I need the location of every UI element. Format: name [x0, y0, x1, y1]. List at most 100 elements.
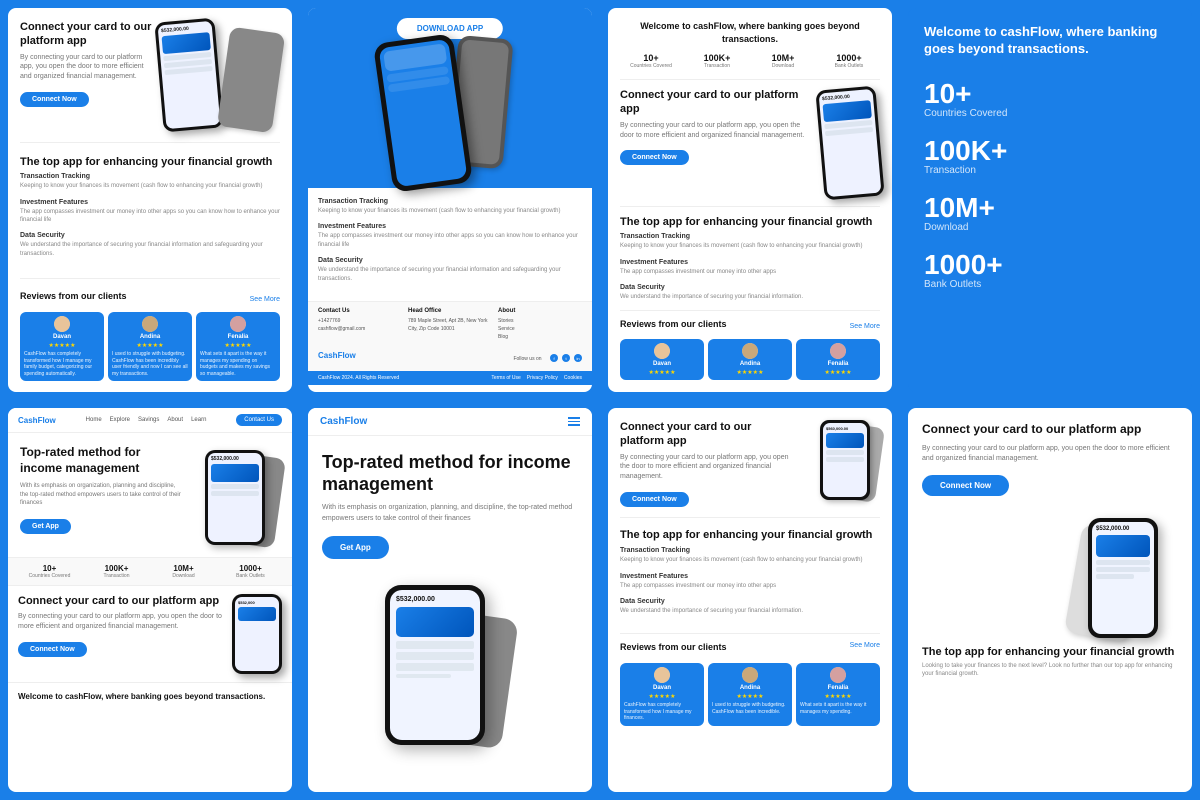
card6-phone-card	[396, 607, 474, 637]
card3-f1-text: Keeping to know your finances its moveme…	[620, 242, 880, 250]
card3-f3: Data Security	[620, 284, 880, 291]
card7-r1: Davan ★★★★★ CashFlow has completely tran…	[620, 663, 704, 726]
card7-f3: Data Security	[620, 598, 880, 605]
download-app-button-2[interactable]: DOWNLOAD APP	[397, 18, 503, 39]
card2-follow: Follow us on f t in	[513, 347, 582, 365]
card7-r1-name: Davan	[624, 685, 700, 691]
ham-line-1	[568, 417, 580, 419]
card7-connect-btn[interactable]: Connect Now	[620, 492, 689, 507]
card-3: Welcome to cashFlow, where banking goes …	[608, 8, 892, 392]
card5-contact-btn[interactable]: Contact Us	[236, 414, 282, 426]
card3-r3-stars: ★★★★★	[800, 369, 876, 376]
c5-connect-btn[interactable]: Connect Now	[18, 642, 87, 657]
card6-get-app[interactable]: Get App	[322, 536, 389, 559]
nav-about[interactable]: About	[167, 417, 183, 423]
card7-phone-group: $560,000.00	[800, 420, 880, 500]
connect-now-button-8[interactable]: Connect Now	[922, 475, 1009, 496]
feature-security-text: We understand the importance of securing…	[318, 266, 582, 283]
review-text-2: I used to struggle with budgeting. CashF…	[112, 351, 188, 377]
card3-review-list: Davan ★★★★★ Andina ★★★★★ Fenalia ★★★★★	[620, 339, 880, 380]
card2-footer-logo: CashFlow	[318, 351, 356, 360]
card7-see-more[interactable]: See More	[850, 642, 880, 658]
card7-connect: Connect your card to our platform app By…	[620, 420, 880, 518]
card8-title: Connect your card to our platform app	[922, 422, 1178, 438]
card3-r1-name: Davan	[624, 361, 700, 367]
card4-stat-outlets: 1000+ Bank Outlets	[924, 249, 1176, 290]
reviews-title: Reviews from our clients	[20, 291, 127, 301]
card2-privacy[interactable]: Privacy Policy	[527, 375, 558, 381]
card2-terms[interactable]: Terms of Use	[491, 375, 520, 381]
phone-back	[217, 27, 285, 134]
stat-outlets-num: 1000+	[818, 53, 880, 63]
card7-phone-front: $560,000.00	[820, 420, 870, 500]
stat-outlets-label: Bank Outlets	[818, 63, 880, 69]
c5-connect-title: Connect your card to our platform app	[18, 594, 226, 608]
phone-mockup-1: $532,000.00	[154, 18, 223, 133]
card2-footer-links: Terms of Use Privacy Policy Cookies	[491, 375, 582, 381]
card3-connect: Connect your card to our platform app By…	[620, 79, 880, 198]
nav-learn[interactable]: Learn	[191, 417, 206, 423]
card4-welcome: Welcome to cashFlow, where banking goes …	[924, 24, 1176, 58]
see-more-link[interactable]: See More	[250, 296, 280, 303]
review-text-3: What sets it apart is the way it manages…	[200, 351, 276, 377]
card8-phones: $532,000.00	[922, 508, 1178, 638]
footer2-office-title: Head Office	[408, 308, 492, 314]
c5-s2-num: 100K+	[85, 564, 148, 573]
card5-get-app[interactable]: Get App	[20, 519, 71, 534]
c5-s1-num: 10+	[18, 564, 81, 573]
card4-content: Welcome to cashFlow, where banking goes …	[908, 8, 1192, 322]
card3-connect-btn[interactable]: Connect Now	[620, 150, 689, 165]
card2-footer: Contact Us +1427769 cashflow@gmail.com H…	[308, 301, 592, 371]
connect-title: Connect your card to our platform app	[20, 20, 153, 49]
c5-s3-label: Download	[152, 573, 215, 579]
c5-footer-text: Welcome to cashFlow, where banking goes …	[18, 691, 282, 702]
hamburger-menu[interactable]	[568, 417, 580, 426]
c5-s4-label: Bank Outlets	[219, 573, 282, 579]
stat-transaction: 100K+ Transaction	[686, 53, 748, 69]
stat-download: 10M+ Download	[752, 53, 814, 69]
connect-now-button[interactable]: Connect Now	[20, 92, 89, 107]
ig-icon-2[interactable]: in	[574, 354, 582, 362]
card6-row-1	[396, 641, 474, 649]
footer2-service: Service	[498, 325, 582, 333]
nav-explore[interactable]: Explore	[110, 417, 130, 423]
c5-s4-num: 1000+	[219, 564, 282, 573]
card7-connect-text: By connecting your card to our platform …	[620, 453, 794, 482]
card4-outlets-label: Bank Outlets	[924, 279, 1176, 290]
tw-icon-2[interactable]: t	[562, 354, 570, 362]
card7-f2: Investment Features	[620, 573, 880, 580]
card3-r1-stars: ★★★★★	[624, 369, 700, 376]
card5-phone-front: $532,000.00	[205, 450, 265, 545]
card8-phone-front: $532,000.00	[1088, 518, 1158, 638]
fb-icon-2[interactable]: f	[550, 354, 558, 362]
card6-row-3	[396, 663, 474, 671]
card3-features-title: The top app for enhancing your financial…	[620, 215, 880, 229]
card2-cookies[interactable]: Cookies	[564, 375, 582, 381]
card3-r2-name: Andina	[712, 361, 788, 367]
footer2-address: 789 Maple Street, Apt 2B, New York City,…	[408, 317, 492, 333]
card6-amount: $532,000.00	[396, 596, 474, 603]
card7-r1-stars: ★★★★★	[624, 693, 700, 700]
nav-home[interactable]: Home	[86, 417, 102, 423]
card7-r3-stars: ★★★★★	[800, 693, 876, 700]
features-title: The top app for enhancing your financial…	[20, 155, 280, 169]
card7-f1: Transaction Tracking	[620, 547, 880, 554]
stars-1: ★★★★★	[24, 342, 100, 349]
card7-reviews: Reviews from our clients See More Davan …	[620, 634, 880, 726]
feature-2-text: The app compasses investment our money i…	[20, 208, 280, 225]
card6-header: CashFlow	[308, 408, 592, 436]
card6-sub: With its emphasis on organization, plann…	[322, 503, 578, 524]
card3-stats: 10+ Countries Covered 100K+ Transaction …	[620, 53, 880, 69]
footer2-about: About Stories Service Blog	[498, 308, 582, 341]
card5-title: Top-rated method for income management	[20, 445, 182, 476]
card7-reviews-title: Reviews from our clients	[620, 642, 727, 652]
card7-features-title: The top app for enhancing your financial…	[620, 528, 880, 542]
nav-savings[interactable]: Savings	[138, 417, 159, 423]
card6-logo: CashFlow	[320, 416, 367, 427]
card4-download-num: 10M+	[924, 192, 1176, 224]
footer2-phone: +1427769	[318, 317, 402, 325]
card-1: Connect your card to our platform app By…	[8, 8, 292, 392]
feature-security: Data Security We understand the importan…	[318, 257, 582, 283]
feature-investment-text: The app compasses investment our money i…	[318, 232, 582, 249]
card3-see-more[interactable]: See More	[850, 323, 880, 330]
